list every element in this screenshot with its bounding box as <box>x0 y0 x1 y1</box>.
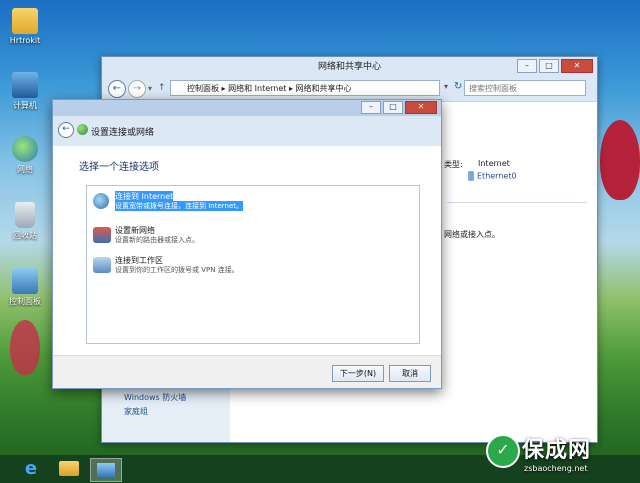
control-panel-icon <box>97 463 115 477</box>
connection-type-label: 类型: <box>444 160 463 169</box>
forward-arrow-icon: → <box>132 83 142 94</box>
recent-pages-chevron-icon[interactable]: ▾ <box>148 84 152 93</box>
back-arrow-icon: ← <box>112 83 122 94</box>
shield-check-logo-icon: ✓ <box>486 434 520 468</box>
divider <box>447 202 587 203</box>
option-setup-new-network[interactable]: 设置新网络 设置新的路由器或接入点。 <box>91 224 411 248</box>
refresh-icon[interactable]: ↻ <box>454 81 462 92</box>
desktop-icon-folder[interactable]: Hrtrokit <box>4 8 46 45</box>
taskbar-control-panel[interactable] <box>90 458 122 482</box>
internet-explorer-icon: e <box>24 458 38 479</box>
close-button[interactable]: ✕ <box>561 59 593 73</box>
network-globe-icon <box>77 124 88 135</box>
cancel-button[interactable]: 取消 <box>389 365 431 382</box>
router-icon <box>93 227 111 243</box>
option-description: 设置新的路由器或接入点。 <box>115 236 199 244</box>
option-connect-internet[interactable]: 连接到 Internet 设置宽带或拨号连接，连接到 Internet。 <box>91 190 411 214</box>
address-dropdown-icon[interactable]: ▾ <box>444 82 448 91</box>
connection-options-list: 连接到 Internet 设置宽带或拨号连接，连接到 Internet。 设置新… <box>86 185 420 344</box>
wallpaper-tulip <box>600 120 640 200</box>
dialog-minimize-button[interactable]: – <box>361 101 381 114</box>
desktop-icon-label: 控制面板 <box>9 297 41 306</box>
taskbar-file-explorer[interactable] <box>54 458 84 480</box>
dialog-maximize-button[interactable]: □ <box>383 101 403 114</box>
see-also-homegroup-link[interactable]: 家庭组 <box>124 406 148 417</box>
globe-internet-icon <box>93 193 109 209</box>
ethernet-icon <box>468 171 474 181</box>
dialog-footer: 下一步(N) 取消 <box>53 355 441 388</box>
desktop-icon-label: Hrtrokit <box>9 36 41 45</box>
next-button[interactable]: 下一步(N) <box>332 365 384 382</box>
control-panel-icon <box>12 268 38 294</box>
back-arrow-icon: ← <box>62 124 70 134</box>
dialog-close-button[interactable]: ✕ <box>405 101 437 114</box>
recycle-bin-icon <box>15 202 35 228</box>
watermark-url: zsbaocheng.net <box>524 464 588 473</box>
setup-connection-dialog: – □ ✕ ← 设置连接或网络 选择一个连接选项 连接到 Internet 设置… <box>52 99 442 389</box>
desktop-icon-control-panel[interactable]: 控制面板 <box>4 268 46 307</box>
desktop-icon-label: 回收站 <box>13 231 37 240</box>
search-placeholder: 搜索控制面板 <box>469 84 517 93</box>
option-connect-workplace[interactable]: 连接到工作区 设置到你的工作区的拨号或 VPN 连接。 <box>91 254 411 278</box>
search-input[interactable]: 搜索控制面板 <box>464 80 586 96</box>
choose-option-label: 选择一个连接选项 <box>79 162 159 173</box>
dialog-titlebar[interactable]: – □ ✕ <box>53 100 441 116</box>
maximize-button[interactable]: □ <box>539 59 559 73</box>
option-description: 设置到你的工作区的拨号或 VPN 连接。 <box>115 266 239 274</box>
minimize-button[interactable]: – <box>517 59 537 73</box>
address-bar[interactable]: 控制面板 ▸ 网络和 Internet ▸ 网络和共享中心 <box>170 80 440 96</box>
folder-icon <box>12 8 38 34</box>
computer-icon <box>12 72 38 98</box>
up-arrow-icon[interactable]: ↑ <box>158 83 166 93</box>
see-also-firewall-link[interactable]: Windows 防火墙 <box>124 392 186 403</box>
back-button[interactable]: ← <box>108 80 126 98</box>
network-icon <box>12 136 38 162</box>
dialog-header: ← 设置连接或网络 <box>53 116 441 146</box>
desktop-icon-label: 计算机 <box>13 101 37 110</box>
connection-link[interactable]: Ethernet0 <box>468 171 517 181</box>
breadcrumb-item[interactable]: 网络和 Internet <box>228 84 286 93</box>
partial-description: 网络或接入点。 <box>444 230 500 239</box>
dialog-back-button[interactable]: ← <box>58 122 74 138</box>
taskbar-internet-explorer[interactable]: e <box>16 458 46 480</box>
connection-name: Ethernet0 <box>477 171 517 181</box>
desktop-icon-computer[interactable]: 计算机 <box>4 72 46 111</box>
workplace-icon <box>93 257 111 273</box>
connection-type-value: Internet <box>478 159 510 168</box>
dialog-title: 设置连接或网络 <box>91 128 155 138</box>
folder-icon <box>59 461 79 476</box>
desktop-icon-network[interactable]: 网络 <box>4 136 46 175</box>
watermark-text: 保成网 <box>522 438 592 463</box>
breadcrumb-item[interactable]: 网络和共享中心 <box>296 84 352 93</box>
wallpaper-tulip <box>10 320 40 375</box>
forward-button[interactable]: → <box>128 80 146 98</box>
breadcrumb-item[interactable]: 控制面板 <box>187 84 219 93</box>
site-watermark: ✓ 保成网 zsbaocheng.net <box>484 428 634 480</box>
desktop-icon-label: 网络 <box>17 165 33 174</box>
window-titlebar[interactable]: 网络和共享中心 – □ ✕ <box>102 57 597 77</box>
dialog-content: 选择一个连接选项 连接到 Internet 设置宽带或拨号连接，连接到 Inte… <box>53 146 441 356</box>
window-title: 网络和共享中心 <box>317 62 381 72</box>
desktop-icon-recycle-bin[interactable]: 回收站 <box>4 202 46 241</box>
option-description: 设置宽带或拨号连接，连接到 Internet。 <box>115 201 244 211</box>
